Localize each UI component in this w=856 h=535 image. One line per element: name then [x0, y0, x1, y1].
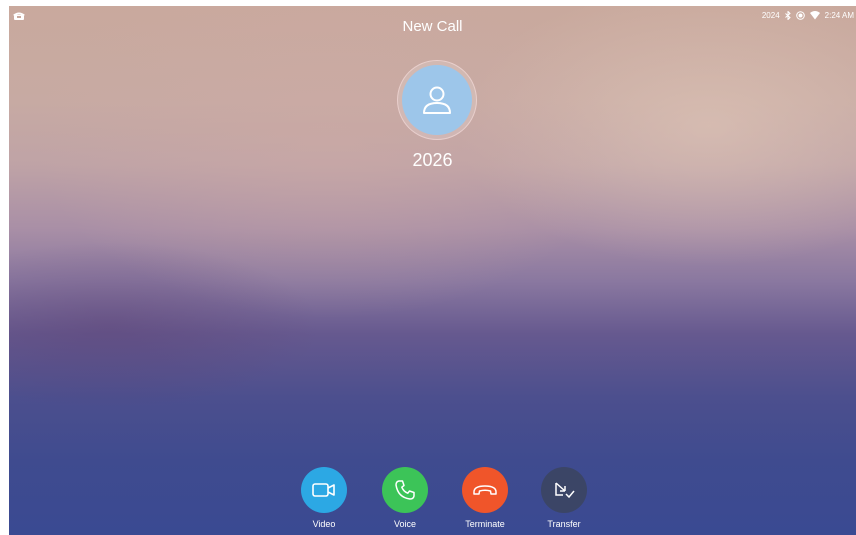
voice-label: Voice — [393, 519, 417, 529]
call-screen: 2024 2:24 AM New Call 2026 Video Voice T… — [9, 6, 856, 535]
hang-up-icon — [473, 485, 497, 495]
voice-button-circle[interactable] — [382, 467, 428, 513]
caller-number: 2026 — [412, 150, 453, 170]
transfer-button-circle[interactable] — [541, 467, 587, 513]
video-camera-icon — [312, 483, 335, 497]
phone-handset-icon — [395, 480, 415, 500]
terminate-button[interactable]: Terminate — [455, 467, 515, 529]
video-button[interactable]: Video — [294, 467, 354, 529]
transfer-icon — [555, 482, 575, 499]
call-actions: Video Voice Terminate Transfer — [291, 467, 587, 533]
caller-avatar — [397, 60, 477, 140]
transfer-label: Transfer — [547, 519, 581, 529]
video-label: Video — [312, 519, 336, 529]
voice-button[interactable]: Voice — [375, 467, 435, 529]
terminate-label: Terminate — [465, 519, 505, 529]
transfer-button[interactable]: Transfer — [534, 467, 594, 529]
video-button-circle[interactable] — [301, 467, 347, 513]
person-icon — [423, 86, 451, 114]
call-title: New Call — [402, 18, 463, 35]
terminate-button-circle[interactable] — [462, 467, 508, 513]
avatar-circle — [402, 65, 472, 135]
